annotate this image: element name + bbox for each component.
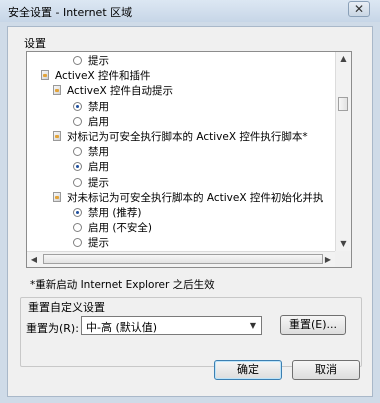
radio-checked-icon[interactable]	[73, 101, 82, 111]
setting-option-radio[interactable]: 禁用 (推荐)	[73, 206, 142, 221]
setting-heading: 对未标记为可安全执行脚本的 ActiveX 控件初始化并执	[53, 191, 323, 206]
setting-label: 对未标记为可安全执行脚本的 ActiveX 控件初始化并执	[67, 191, 324, 204]
reset-to-label: 重置为(R):	[26, 322, 79, 335]
setting-option-radio[interactable]: 禁用	[73, 100, 109, 115]
close-button[interactable]: ✕	[348, 1, 370, 17]
cancel-button[interactable]: 取消	[292, 360, 360, 380]
setting-page-icon	[53, 131, 61, 141]
setting-label: 提示	[88, 237, 109, 250]
radio-unchecked-icon[interactable]	[73, 223, 82, 233]
setting-option-radio[interactable]: 启用	[73, 115, 109, 130]
title-bar: 安全设置 - Internet 区域 ✕	[0, 0, 380, 22]
scroll-right-arrow-icon[interactable]: ▶	[321, 252, 335, 267]
setting-option-radio[interactable]: 启用 (不安全)	[73, 221, 152, 236]
radio-unchecked-icon[interactable]	[73, 238, 82, 248]
close-icon: ✕	[353, 2, 365, 16]
reset-level-select[interactable]: 中-高 (默认值) ▼	[81, 316, 262, 335]
radio-unchecked-icon[interactable]	[73, 116, 82, 126]
settings-list: 提示 ActiveX 控件和插件 ActiveX 控件自动提示 禁用 启用 对标记为可安全…	[26, 51, 352, 268]
radio-unchecked-icon[interactable]	[73, 147, 82, 157]
scroll-left-arrow-icon[interactable]: ◀	[27, 252, 41, 267]
radio-checked-icon[interactable]	[73, 162, 82, 172]
vertical-scroll-thumb[interactable]	[338, 97, 348, 111]
reset-level-value: 中-高 (默认值)	[86, 321, 158, 334]
chevron-down-icon: ▼	[249, 321, 257, 330]
setting-label: ActiveX 控件自动提示	[67, 85, 174, 98]
setting-label: 禁用	[88, 146, 109, 159]
setting-page-icon	[53, 85, 61, 96]
setting-option-radio[interactable]: 提示	[73, 236, 109, 251]
setting-page-icon	[53, 191, 61, 202]
reset-button[interactable]: 重置(E)...	[280, 315, 346, 335]
setting-label: 启用	[88, 161, 109, 174]
window-title: 安全设置 - Internet 区域	[8, 6, 133, 19]
scroll-down-arrow-icon[interactable]: ▼	[336, 237, 351, 251]
dialog-body: 设置 提示 ActiveX 控件和插件 ActiveX 控件自动提示 禁用 启用 对标记为…	[7, 26, 373, 397]
horizontal-scroll-thumb[interactable]	[43, 254, 323, 264]
setting-option-radio[interactable]: 禁用	[73, 145, 109, 160]
setting-label: 启用 (不安全)	[88, 222, 153, 235]
vertical-scrollbar[interactable]: ▲ ▼	[335, 52, 351, 251]
horizontal-scrollbar[interactable]: ◀ ▶	[27, 251, 335, 267]
settings-tree: 提示 ActiveX 控件和插件 ActiveX 控件自动提示 禁用 启用 对标记为可安全…	[27, 52, 335, 251]
setting-label: 禁用	[88, 100, 109, 113]
scroll-up-arrow-icon[interactable]: ▲	[336, 52, 351, 66]
setting-page-icon	[41, 70, 49, 81]
ok-button[interactable]: 确定	[214, 360, 282, 380]
setting-label: 启用	[88, 115, 109, 128]
radio-unchecked-icon[interactable]	[73, 177, 82, 187]
scroll-corner	[335, 251, 351, 267]
setting-label: 提示	[88, 55, 109, 67]
radio-unchecked-icon[interactable]	[73, 56, 82, 65]
setting-label: 提示	[88, 176, 109, 189]
setting-label: 对标记为可安全执行脚本的 ActiveX 控件执行脚本*	[67, 131, 308, 143]
restart-note: *重新启动 Internet Explorer 之后生效	[30, 279, 215, 291]
reset-group-title: 重置自定义设置	[26, 299, 107, 315]
setting-option-radio[interactable]: 提示	[73, 54, 109, 69]
radio-checked-icon[interactable]	[73, 208, 82, 217]
setting-heading: 对标记为可安全执行脚本的 ActiveX 控件执行脚本*	[53, 130, 308, 145]
setting-option-radio[interactable]: 提示	[73, 176, 109, 191]
setting-option-radio[interactable]: 启用	[73, 160, 109, 175]
settings-group-label: 设置	[24, 37, 46, 50]
setting-heading: ActiveX 控件自动提示	[53, 84, 173, 99]
setting-label: ActiveX 控件和插件	[55, 70, 151, 83]
setting-heading: ActiveX 控件和插件	[41, 69, 151, 84]
setting-label: 禁用 (推荐)	[88, 207, 142, 219]
